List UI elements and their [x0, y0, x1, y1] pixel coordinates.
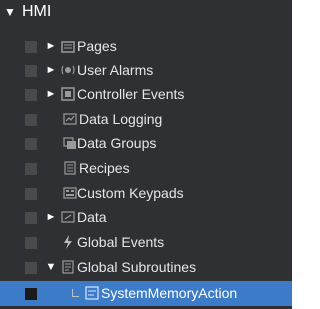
- user-alarms-icon: [61, 65, 75, 75]
- tree-item-label: User Alarms: [77, 62, 154, 78]
- expand-controller-events-toggle[interactable]: ►: [44, 82, 58, 107]
- tree-item-status-box: [25, 163, 37, 175]
- tree-item-controller-events[interactable]: ► Controller Events: [0, 82, 292, 107]
- tree-connector-line: [72, 289, 79, 297]
- tree-item-data[interactable]: ► Data: [0, 205, 292, 230]
- pages-icon: [61, 41, 75, 53]
- system-memory-action-icon: [85, 286, 99, 300]
- expand-pages-toggle[interactable]: ►: [44, 34, 58, 59]
- tree-item-pages[interactable]: ► Pages: [0, 34, 292, 59]
- tree-item-label: Recipes: [79, 160, 130, 176]
- tree-item-status-box: [25, 89, 37, 101]
- tree-item-label: Pages: [77, 38, 117, 54]
- tree-item-label: Custom Keypads: [77, 185, 184, 201]
- tree-item-data-logging[interactable]: Data Logging: [0, 107, 292, 132]
- tree-item-label: Global Subroutines: [77, 259, 197, 275]
- collapse-global-subroutines-toggle[interactable]: ▼: [44, 255, 58, 280]
- expand-data-toggle[interactable]: ►: [44, 205, 58, 230]
- tree-root-hmi[interactable]: ▼ HMI: [0, 0, 292, 34]
- collapse-root-toggle[interactable]: ▼: [4, 5, 16, 19]
- tree-item-global-events[interactable]: Global Events: [0, 230, 292, 255]
- tree-item-status-box: [25, 212, 37, 224]
- data-icon: [61, 211, 75, 223]
- tree-item-label: Global Events: [77, 234, 165, 250]
- tree-item-label: Data: [77, 209, 107, 225]
- controller-events-icon: [61, 87, 75, 101]
- tree-item-label: SystemMemoryAction: [101, 285, 238, 301]
- tree-root-label: HMI: [22, 3, 52, 20]
- tree-item-label: Data Logging: [79, 111, 163, 127]
- tree-item-user-alarms[interactable]: ► User Alarms: [0, 58, 292, 83]
- tree-item-status-box: [25, 288, 37, 300]
- tree-item-status-box: [25, 138, 37, 150]
- tree-item-status-box: [25, 188, 37, 200]
- tree-item-custom-keypads[interactable]: Custom Keypads: [0, 181, 292, 206]
- tree-item-status-box: [25, 41, 37, 53]
- tree-item-status-box: [25, 65, 37, 77]
- data-logging-icon: [63, 113, 77, 125]
- tree-item-label: Controller Events: [77, 86, 185, 102]
- recipes-icon: [64, 161, 76, 175]
- tree-item-status-box: [25, 114, 37, 126]
- tree-item-status-box: [25, 262, 37, 274]
- data-groups-icon: [63, 137, 76, 149]
- custom-keypads-icon: [63, 187, 77, 199]
- lightning-icon: [64, 235, 72, 249]
- global-subroutines-icon: [62, 260, 74, 274]
- tree-item-recipes[interactable]: Recipes: [0, 156, 292, 181]
- tree-item-status-box: [25, 237, 37, 249]
- tree-item-system-memory-action[interactable]: SystemMemoryAction: [0, 281, 292, 306]
- tree-item-global-subroutines[interactable]: ▼ Global Subroutines: [0, 255, 292, 280]
- tree-item-data-groups[interactable]: Data Groups: [0, 131, 292, 156]
- hmi-project-tree[interactable]: ▼ HMI ► Pages ► User Alarms ► Controller…: [0, 0, 292, 309]
- expand-user-alarms-toggle[interactable]: ►: [44, 58, 58, 83]
- tree-item-label: Data Groups: [77, 135, 157, 151]
